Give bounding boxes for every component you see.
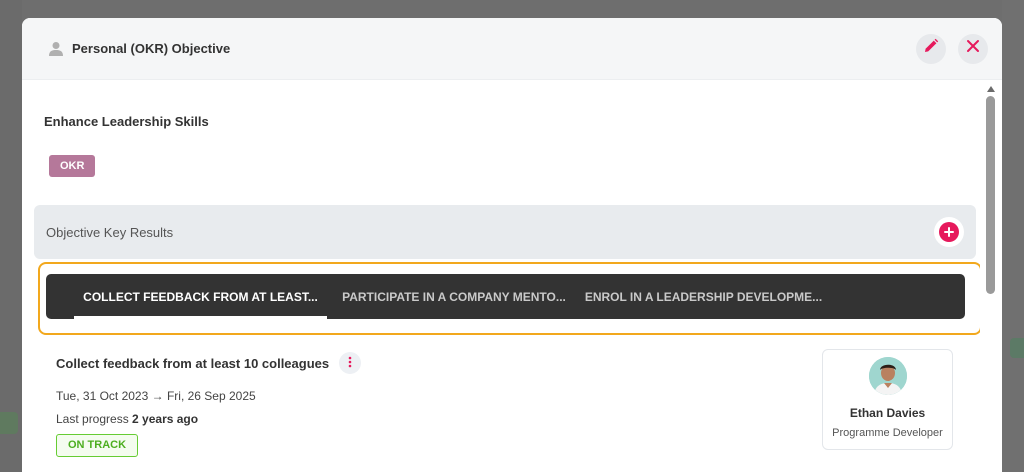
key-result-title: Collect feedback from at least 10 collea… <box>56 352 362 374</box>
pencil-icon <box>923 38 939 59</box>
tab-collect-feedback[interactable]: COLLECT FEEDBACK FROM AT LEAST... <box>74 274 327 319</box>
last-progress-label: Last progress <box>56 412 129 426</box>
objective-modal: Personal (OKR) Objective Enhance Leaders… <box>22 18 1002 472</box>
scrollbar[interactable] <box>980 80 1002 472</box>
modal-content: Enhance Leadership Skills OKR Objective … <box>22 80 982 472</box>
person-icon <box>48 41 64 57</box>
more-options-button[interactable] <box>339 352 362 374</box>
key-results-header: Objective Key Results <box>34 205 976 259</box>
avatar <box>869 357 907 395</box>
edit-button[interactable] <box>916 33 946 64</box>
tab-participate-mentoring[interactable]: PARTICIPATE IN A COMPANY MENTO... <box>327 274 581 319</box>
owner-card[interactable]: Ethan Davies Programme Developer <box>822 349 953 450</box>
last-progress: Last progress 2 years ago <box>56 412 198 426</box>
modal-header: Personal (OKR) Objective <box>22 18 1002 80</box>
close-icon <box>966 39 980 58</box>
add-key-result-button[interactable] <box>934 217 964 247</box>
tab-enrol-leadership[interactable]: ENROL IN A LEADERSHIP DEVELOPME... <box>581 274 826 319</box>
last-progress-value: 2 years ago <box>132 412 199 426</box>
kebab-menu-icon <box>348 356 352 371</box>
background-app-left <box>0 0 22 472</box>
key-results-label: Objective Key Results <box>46 224 174 240</box>
modal-title: Personal (OKR) Objective <box>72 41 231 56</box>
key-result-dates: Tue, 31 Oct 2023 → Fri, 26 Sep 2025 <box>56 389 256 403</box>
close-button[interactable] <box>958 33 988 64</box>
owner-role: Programme Developer <box>832 427 943 439</box>
status-badge: ON TRACK <box>56 434 139 457</box>
background-element <box>0 412 18 434</box>
scrollbar-thumb[interactable] <box>986 96 995 294</box>
okr-badge: OKR <box>49 155 96 177</box>
key-result-tabs: COLLECT FEEDBACK FROM AT LEAST... PARTIC… <box>46 274 965 319</box>
plus-circle-icon <box>939 222 959 242</box>
background-element <box>1010 338 1024 358</box>
scroll-up-arrow-icon[interactable] <box>987 86 995 92</box>
key-result-title-text: Collect feedback from at least 10 collea… <box>56 355 330 371</box>
objective-title: Enhance Leadership Skills <box>44 114 209 129</box>
owner-name: Ethan Davies <box>849 406 926 420</box>
background-app-right <box>1002 0 1024 472</box>
